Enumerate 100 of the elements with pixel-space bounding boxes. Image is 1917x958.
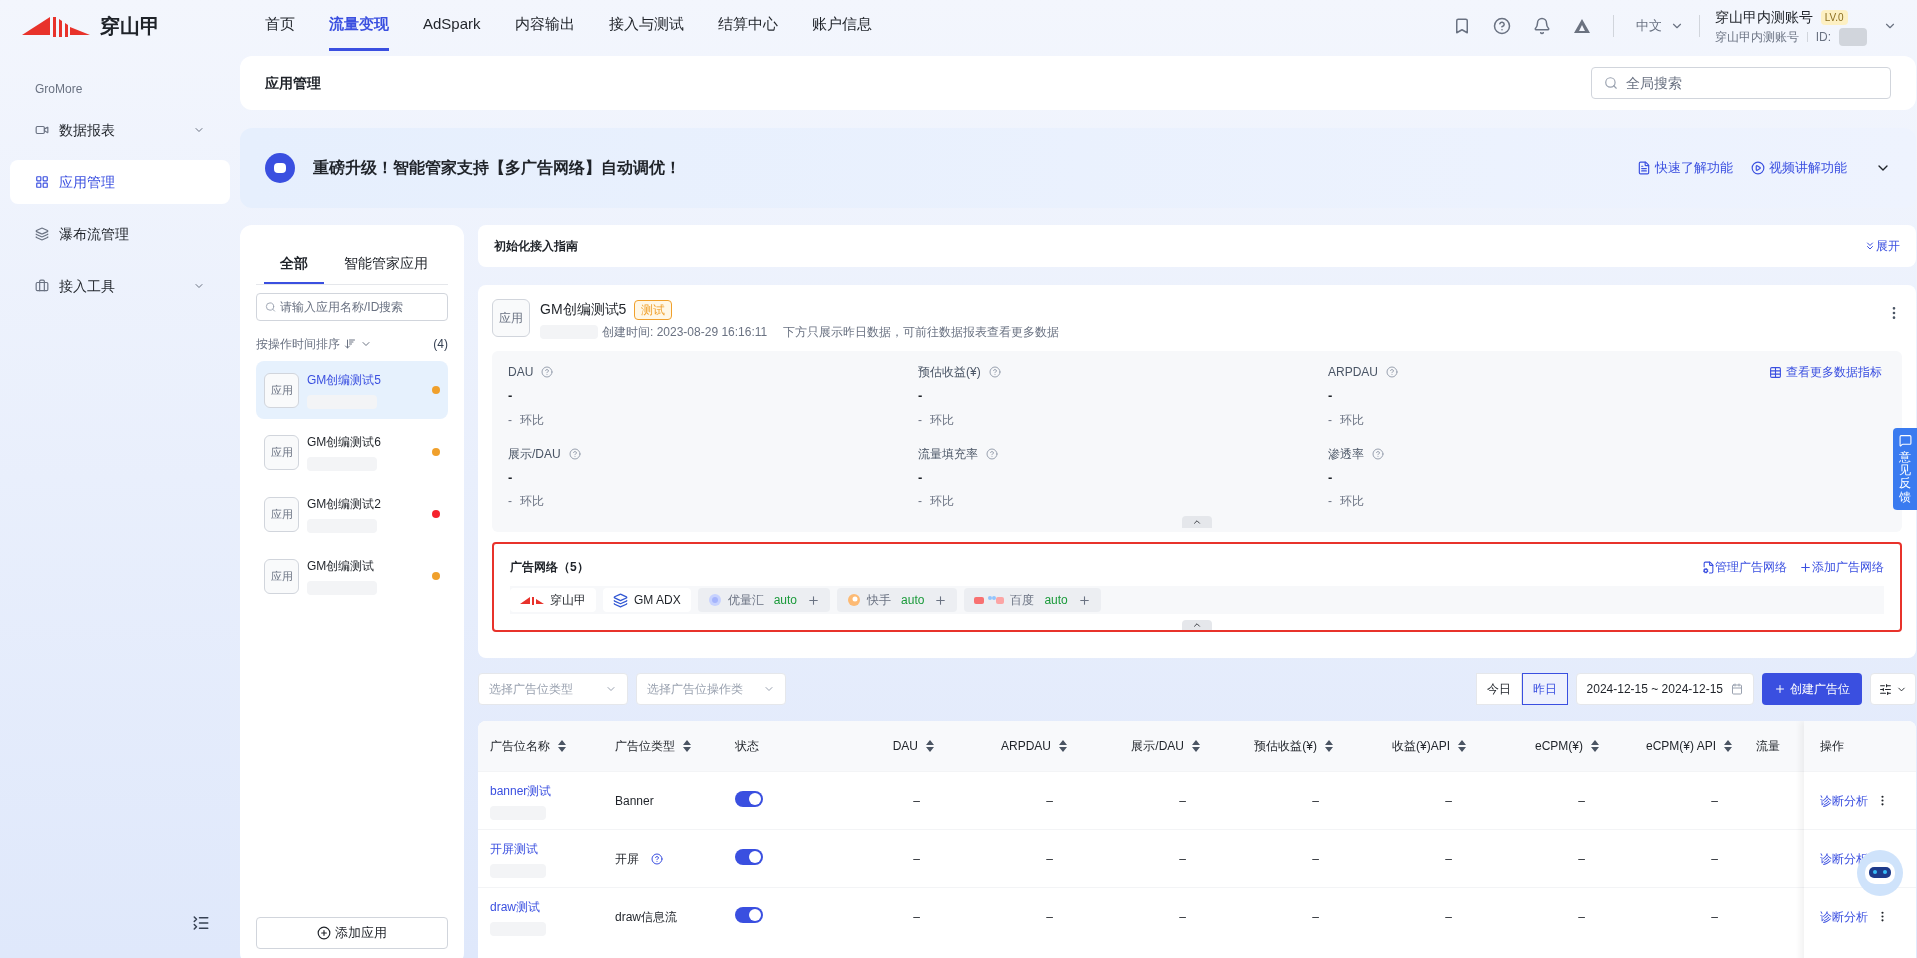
sidebar-item[interactable]: 数据报表 <box>10 108 230 152</box>
page-title: 应用管理 <box>265 73 321 93</box>
account-sub: 穿山甲内测账号 <box>1714 28 1799 46</box>
create-button[interactable]: 创建广告位 <box>1762 673 1862 705</box>
nav-tab[interactable]: 账户信息 <box>811 1 872 51</box>
network-action-link[interactable]: 管理广告网络 <box>1702 558 1787 576</box>
status-switch[interactable] <box>735 791 763 807</box>
network-chip[interactable]: 穿山甲 <box>510 588 596 612</box>
slot-name-link[interactable]: 开屏测试 <box>490 839 591 858</box>
search-input[interactable]: 全局搜索 <box>1626 72 1878 94</box>
network-chip[interactable]: GM ADX <box>603 588 691 612</box>
table-cell: – <box>1046 851 1053 866</box>
network-name: GM ADX <box>634 592 681 609</box>
chevron-up-icon <box>1192 620 1202 630</box>
status-switch[interactable] <box>735 849 763 865</box>
sort-icon[interactable] <box>1458 740 1466 752</box>
table-cell: – <box>913 909 920 924</box>
search-field[interactable]: 全局搜索 <box>1591 67 1891 99</box>
expand-link[interactable]: 展开 <box>1864 237 1900 255</box>
app-item[interactable]: 应用 GM创编测试6 <box>256 423 448 481</box>
app-item[interactable]: 应用 GM创编测试 <box>256 547 448 605</box>
plus-icon[interactable] <box>934 593 948 607</box>
column-header: 广告位名称 <box>490 738 550 755</box>
table-cell: – <box>1312 851 1319 866</box>
nav-tab[interactable]: 结算中心 <box>717 1 778 51</box>
slot-name-link[interactable]: banner测试 <box>490 781 591 800</box>
robot-assistant-icon[interactable] <box>1855 848 1905 898</box>
slot-name-link[interactable]: draw测试 <box>490 897 591 916</box>
date-tab[interactable]: 今日 <box>1475 673 1522 705</box>
sort-icon[interactable] <box>926 740 934 752</box>
date-range-field[interactable]: 2024-12-15 ~ 2024-12-15 <box>1575 673 1754 705</box>
sort-label[interactable]: 按操作时间排序 <box>256 335 340 353</box>
app-title: GM创编测试5 <box>540 300 627 319</box>
table-cell: – <box>913 851 920 866</box>
column-header: DAU <box>892 738 918 755</box>
sort-icon[interactable] <box>1192 740 1200 752</box>
bell-icon[interactable] <box>1532 17 1551 35</box>
search-icon <box>1604 76 1618 90</box>
plus-icon <box>1799 560 1812 574</box>
column-settings-button[interactable] <box>1870 673 1916 705</box>
more-metrics-link[interactable]: 查看更多数据指标 <box>1769 363 1882 381</box>
nav-tab[interactable]: AdSpark <box>423 1 481 51</box>
table-cell: – <box>1445 851 1452 866</box>
nav-tab[interactable]: 流量变现 <box>329 1 389 51</box>
sort-icon[interactable] <box>1325 740 1333 752</box>
table-cell: – <box>1445 793 1452 808</box>
sort-icon[interactable] <box>1591 740 1599 752</box>
banner-link[interactable]: 快速了解功能 <box>1637 158 1733 178</box>
table-cell: – <box>1445 909 1452 924</box>
network-logo-icon <box>707 593 722 607</box>
help-icon[interactable] <box>1492 17 1511 35</box>
file-settings-icon <box>1702 560 1715 574</box>
nav-tab[interactable]: 内容输出 <box>514 1 575 51</box>
sort-icon[interactable] <box>1059 740 1067 752</box>
app-search-field[interactable]: 请输入应用名称/ID搜索 <box>256 293 448 321</box>
table-cell: – <box>1578 909 1585 924</box>
collapse-menu-icon[interactable] <box>192 914 210 932</box>
sort-icon[interactable] <box>558 740 566 752</box>
status-switch[interactable] <box>735 907 763 923</box>
network-chip[interactable]: 优量汇 auto <box>697 588 831 612</box>
list-tab[interactable]: 智能管家应用 <box>324 245 448 284</box>
sidebar-item[interactable]: 瀑布流管理 <box>10 212 230 256</box>
metric-value: - <box>918 468 924 487</box>
change-label: 环比 <box>1340 411 1364 429</box>
help-icon[interactable] <box>651 852 663 865</box>
table-cell-text: 开屏 <box>615 850 639 868</box>
network-action-link[interactable]: 添加广告网络 <box>1799 558 1884 576</box>
sidebar-item[interactable]: 接入工具 <box>10 264 230 308</box>
nav-tab[interactable]: 接入与测试 <box>608 1 684 51</box>
date-tab[interactable]: 昨日 <box>1521 673 1568 705</box>
sort-icon[interactable] <box>1724 740 1732 752</box>
app-item[interactable]: 应用 GM创编测试5 <box>256 361 448 419</box>
diagnose-link[interactable]: 诊断分析 <box>1820 791 1868 810</box>
search-icon <box>265 301 276 313</box>
column-header: 状态 <box>735 738 759 755</box>
collapse-handle[interactable] <box>1182 620 1212 630</box>
plus-icon[interactable] <box>1077 593 1091 607</box>
add-app-button[interactable]: 添加应用 <box>256 917 448 949</box>
banner-link[interactable]: 视频讲解功能 <box>1751 158 1847 178</box>
change-label: 环比 <box>1340 493 1364 510</box>
language-select[interactable]: 中文 <box>1635 16 1684 36</box>
sort-icon[interactable] <box>683 740 691 752</box>
change-label: 环比 <box>930 493 954 510</box>
app-search-input[interactable]: 请输入应用名称/ID搜索 <box>279 298 439 316</box>
sort-icon[interactable] <box>344 338 356 350</box>
nav-tab[interactable]: 首页 <box>265 1 295 51</box>
app-item[interactable]: 应用 GM创编测试2 <box>256 485 448 543</box>
network-chip[interactable]: 百度 auto <box>964 588 1101 612</box>
column-header: 流量 <box>1756 738 1780 755</box>
diagnose-link[interactable]: 诊断分析 <box>1820 907 1868 926</box>
collapse-handle[interactable] <box>1182 516 1212 528</box>
app-icon: 应用 <box>264 372 299 408</box>
sidebar-item[interactable]: 应用管理 <box>10 160 230 204</box>
metric-change: - <box>918 411 922 429</box>
network-chip[interactable]: 快手 auto <box>837 588 958 612</box>
triangle-logo-icon[interactable] <box>1572 18 1591 34</box>
list-tab[interactable]: 全部 <box>264 245 324 284</box>
feedback-tab[interactable]: 意见反馈 <box>1893 428 1917 510</box>
section-title: 广告网络（5） <box>510 559 589 576</box>
plus-icon[interactable] <box>807 593 821 607</box>
